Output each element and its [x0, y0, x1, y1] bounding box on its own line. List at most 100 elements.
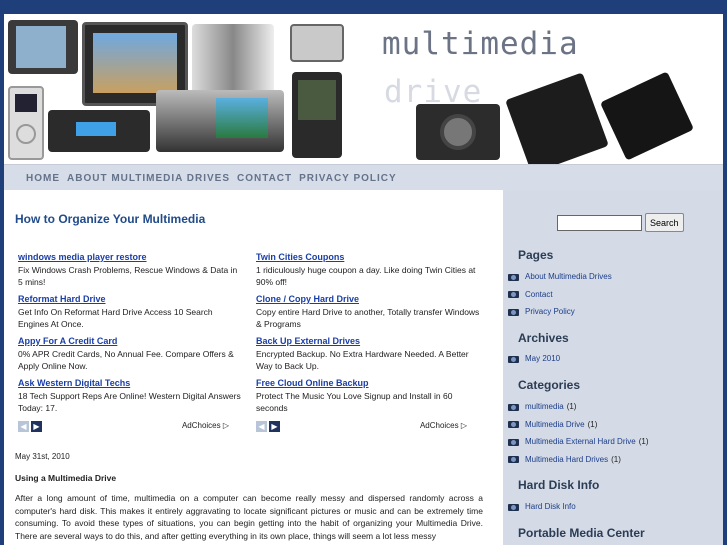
list-item[interactable]: Multimedia Drive (1)	[508, 416, 718, 434]
ad-link[interactable]: Back Up External Drives	[256, 336, 481, 346]
ad-item: Reformat Hard Drive Get Info On Reformat…	[18, 294, 243, 330]
nav-item-contact[interactable]: CONTACT	[237, 173, 292, 184]
list-item[interactable]: About Multimedia Drives	[508, 268, 718, 286]
post-date: May 31st, 2010	[15, 452, 70, 461]
ad-block: windows media player restore Fix Windows…	[15, 252, 485, 438]
ipod-image	[8, 86, 44, 160]
site-header: multimedia drive	[4, 14, 723, 164]
page-link[interactable]: About Multimedia Drives	[525, 272, 612, 281]
main-nav: HOME ABOUT MULTIMEDIA DRIVES CONTACT PRI…	[4, 164, 723, 190]
list-item[interactable]: Privacy Policy	[508, 303, 718, 321]
search-form: Search	[557, 213, 684, 232]
ad-link[interactable]: Appy For A Credit Card	[18, 336, 243, 346]
categories-list: multimedia (1) Multimedia Drive (1) Multim…	[508, 398, 718, 468]
nav-item-home[interactable]: HOME	[26, 173, 60, 184]
media-player-image	[292, 72, 342, 158]
ad-item: windows media player restore Fix Windows…	[18, 252, 243, 288]
main-content: How to Organize Your Multimedia windows …	[4, 190, 503, 545]
hard-drive-image	[599, 71, 695, 161]
bullet-icon	[508, 438, 520, 446]
ad-next-arrow-icon[interactable]: ▶	[269, 421, 280, 432]
adchoices-label[interactable]: AdChoices ▷	[182, 421, 229, 430]
list-item[interactable]: multimedia (1)	[508, 398, 718, 416]
ad-link[interactable]: Twin Cities Coupons	[256, 252, 481, 262]
category-link[interactable]: Multimedia External Hard Drive	[525, 437, 636, 446]
ad-link[interactable]: Free Cloud Online Backup	[256, 378, 481, 388]
top-frame-bar	[0, 0, 727, 14]
camera-image	[416, 104, 500, 160]
ipod-classic-image	[505, 72, 609, 164]
ad-item: Ask Western Digital Techs 18 Tech Suppor…	[18, 378, 243, 414]
search-button[interactable]: Search	[645, 213, 684, 232]
bullet-icon	[508, 290, 520, 299]
ad-description: 18 Tech Support Reps Are Online! Western…	[18, 391, 241, 413]
page-link[interactable]: Privacy Policy	[525, 307, 575, 316]
ad-item: Back Up External Drives Encrypted Backup…	[256, 336, 481, 372]
list-item[interactable]: Contact	[508, 286, 718, 304]
category-link[interactable]: multimedia	[525, 402, 564, 411]
speakers-image	[192, 24, 274, 98]
ad-nav-left: ◀ ▶ AdChoices ▷	[18, 421, 243, 435]
ad-prev-arrow-icon[interactable]: ◀	[256, 421, 267, 432]
nav-item-about[interactable]: ABOUT MULTIMEDIA DRIVES	[67, 173, 230, 184]
hdd-widget-title: Hard Disk Info	[518, 478, 600, 492]
post-title[interactable]: How to Organize Your Multimedia	[15, 212, 205, 226]
ad-description: Fix Windows Crash Problems, Rescue Windo…	[18, 265, 238, 287]
pmc-widget-title: Portable Media Center	[518, 526, 645, 540]
bullet-icon	[508, 273, 520, 281]
phone-device-image	[8, 20, 78, 74]
list-item[interactable]: Multimedia External Hard Drive (1)	[508, 433, 718, 451]
bullet-icon	[508, 403, 520, 411]
ad-item: Appy For A Credit Card 0% APR Credit Car…	[18, 336, 243, 372]
post-subheading: Using a Multimedia Drive	[15, 473, 117, 483]
ad-link[interactable]: Reformat Hard Drive	[18, 294, 243, 304]
search-input[interactable]	[557, 214, 642, 231]
sidebar: Search Pages About Multimedia Drives Con…	[503, 190, 723, 545]
ad-item: Clone / Copy Hard Drive Copy entire Hard…	[256, 294, 481, 330]
laptop-image	[290, 24, 344, 62]
page-link[interactable]: Contact	[525, 290, 553, 299]
category-count: (1)	[611, 454, 621, 464]
ad-column-right: Twin Cities Coupons 1 ridiculously huge …	[256, 252, 481, 420]
ad-description: 1 ridiculously huge coupon a day. Like d…	[256, 265, 476, 287]
pages-widget-title: Pages	[518, 248, 554, 262]
ad-description: Encrypted Backup. No Extra Hardware Need…	[256, 349, 469, 371]
list-item[interactable]: May 2010	[508, 350, 718, 368]
categories-widget-title: Categories	[518, 378, 581, 392]
ad-next-arrow-icon[interactable]: ▶	[31, 421, 42, 432]
ad-item: Twin Cities Coupons 1 ridiculously huge …	[256, 252, 481, 288]
ad-description: Copy entire Hard Drive to another, Total…	[256, 307, 480, 329]
category-count: (1)	[587, 419, 598, 429]
category-link[interactable]: Multimedia Drive	[525, 420, 585, 429]
archives-widget-title: Archives	[518, 331, 569, 345]
ad-prev-arrow-icon[interactable]: ◀	[18, 421, 29, 432]
ad-description: 0% APR Credit Cards, No Annual Fee. Comp…	[18, 349, 234, 371]
hdd-link[interactable]: Hard Disk Info	[525, 502, 576, 511]
pages-list: About Multimedia Drives Contact Privacy …	[508, 268, 718, 321]
bullet-icon	[508, 503, 520, 511]
site-title: multimedia	[382, 26, 579, 62]
ad-link[interactable]: Ask Western Digital Techs	[18, 378, 243, 388]
bullet-icon	[508, 420, 520, 429]
post-body: After a long amount of time, multimedia …	[15, 493, 483, 541]
archive-link[interactable]: May 2010	[525, 354, 560, 363]
ad-description: Get Info On Reformat Hard Drive Access 1…	[18, 307, 213, 329]
car-stereo-image	[48, 110, 150, 152]
site-subtitle: drive	[384, 74, 483, 110]
ad-nav-right: ◀ ▶ AdChoices ▷	[256, 421, 481, 435]
bullet-icon	[508, 355, 520, 363]
ad-item: Free Cloud Online Backup Protect The Mus…	[256, 378, 481, 414]
ad-link[interactable]: Clone / Copy Hard Drive	[256, 294, 481, 304]
list-item[interactable]: Multimedia Hard Drives (1)	[508, 451, 718, 469]
bullet-icon	[508, 455, 520, 464]
ad-link[interactable]: windows media player restore	[18, 252, 243, 262]
adchoices-label[interactable]: AdChoices ▷	[420, 421, 467, 430]
list-item[interactable]: Hard Disk Info	[508, 498, 718, 516]
archives-list: May 2010	[508, 350, 718, 368]
ad-column-left: windows media player restore Fix Windows…	[18, 252, 243, 420]
nav-item-privacy[interactable]: PRIVACY POLICY	[299, 173, 397, 184]
hdd-list: Hard Disk Info	[508, 498, 718, 516]
category-count: (1)	[638, 437, 649, 447]
ad-description: Protect The Music You Love Signup and In…	[256, 391, 453, 413]
category-link[interactable]: Multimedia Hard Drives	[525, 455, 608, 464]
